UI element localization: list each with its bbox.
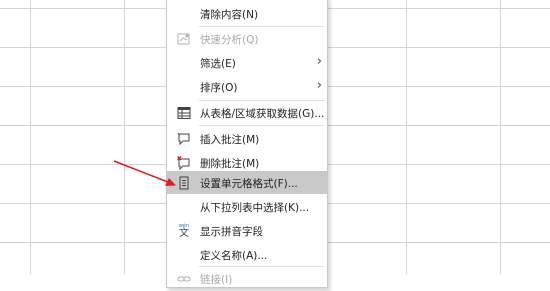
menu-item-label: 链接(I) [200,274,233,286]
link-icon [177,272,191,286]
annotation-arrow [113,160,176,186]
